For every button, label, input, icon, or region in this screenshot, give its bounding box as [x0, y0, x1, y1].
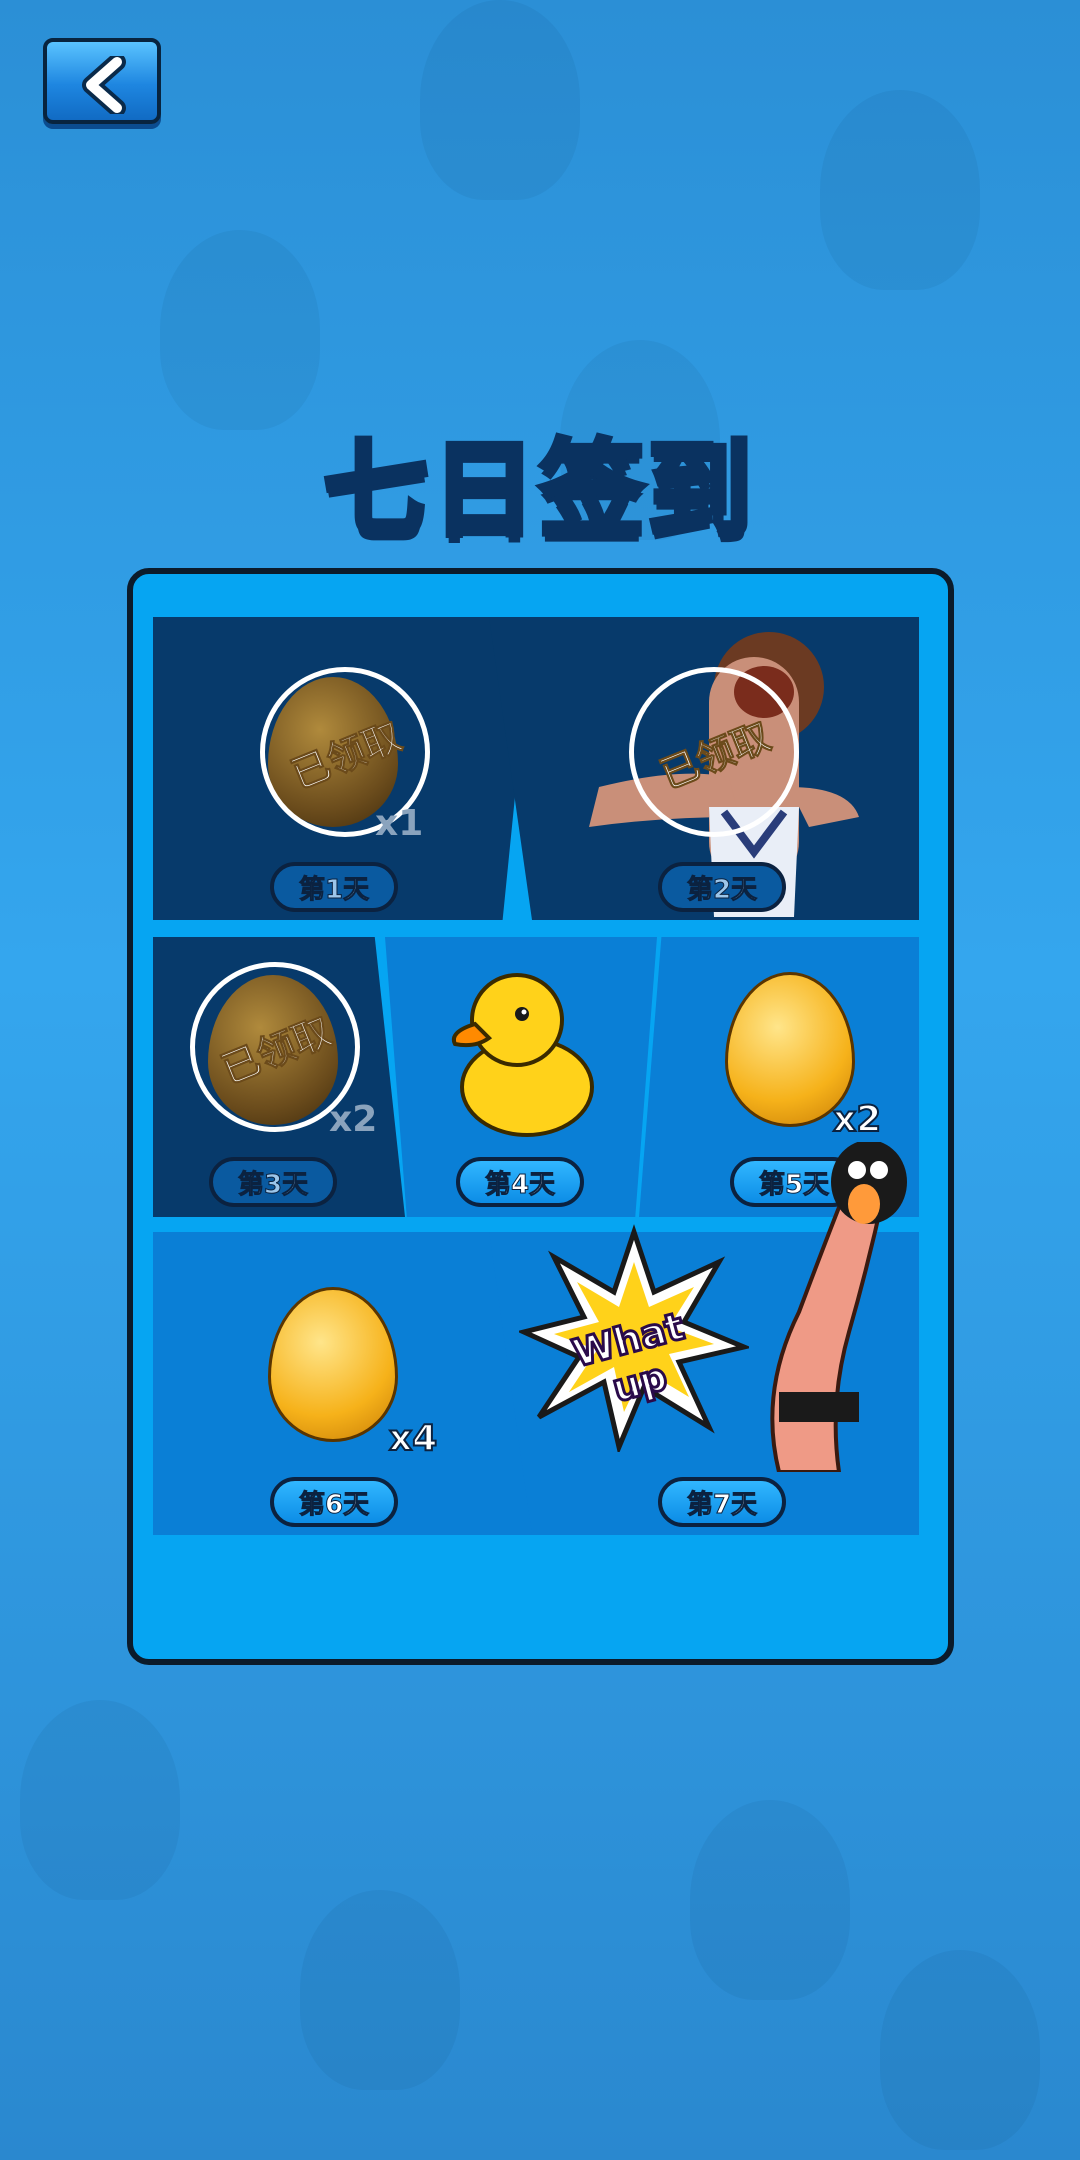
day-card-6[interactable]: x4 第6天	[153, 1232, 533, 1535]
rubber-duck-icon	[452, 973, 594, 1137]
checkin-grid: 已领取 x1 第1天 已领取 第2天 已领取 x2 第3天 第4天 x2 第5天…	[153, 617, 919, 1535]
bg-ghost-decoration	[420, 0, 580, 200]
day-card-7[interactable]: What up 第7天	[489, 1142, 919, 1535]
bg-ghost-decoration	[690, 1800, 850, 2000]
bg-ghost-decoration	[300, 1890, 460, 2090]
back-button[interactable]	[43, 38, 161, 124]
page-title: 七日签到	[321, 426, 756, 554]
bg-ghost-decoration	[20, 1700, 180, 1900]
day-card-4[interactable]: 第4天	[385, 937, 657, 1217]
day-label: 第3天	[209, 1157, 337, 1207]
reward-quantity: x2	[832, 1098, 882, 1141]
day-label: 第4天	[456, 1157, 584, 1207]
bg-ghost-decoration	[820, 90, 980, 290]
day-card-2[interactable]: 已领取 第2天	[489, 617, 919, 920]
day-label: 第2天	[658, 862, 786, 912]
page-title-banner: 七日签到	[310, 405, 770, 555]
reward-quantity: x4	[388, 1417, 438, 1460]
day-label: 第1天	[270, 862, 398, 912]
reward-quantity: x1	[375, 803, 424, 844]
day-card-1[interactable]: 已领取 x1 第1天	[153, 617, 533, 920]
chevron-left-icon	[82, 56, 126, 114]
character-skin-icon	[770, 1142, 907, 1472]
bg-ghost-decoration	[160, 230, 320, 430]
bg-ghost-decoration	[880, 1950, 1040, 2150]
day-label: 第7天	[658, 1477, 786, 1527]
day-card-3[interactable]: 已领取 x2 第3天	[153, 937, 405, 1217]
claimed-stamp: 已领取	[629, 667, 799, 837]
reward-quantity: x2	[329, 1099, 378, 1140]
day-label: 第6天	[270, 1477, 398, 1527]
